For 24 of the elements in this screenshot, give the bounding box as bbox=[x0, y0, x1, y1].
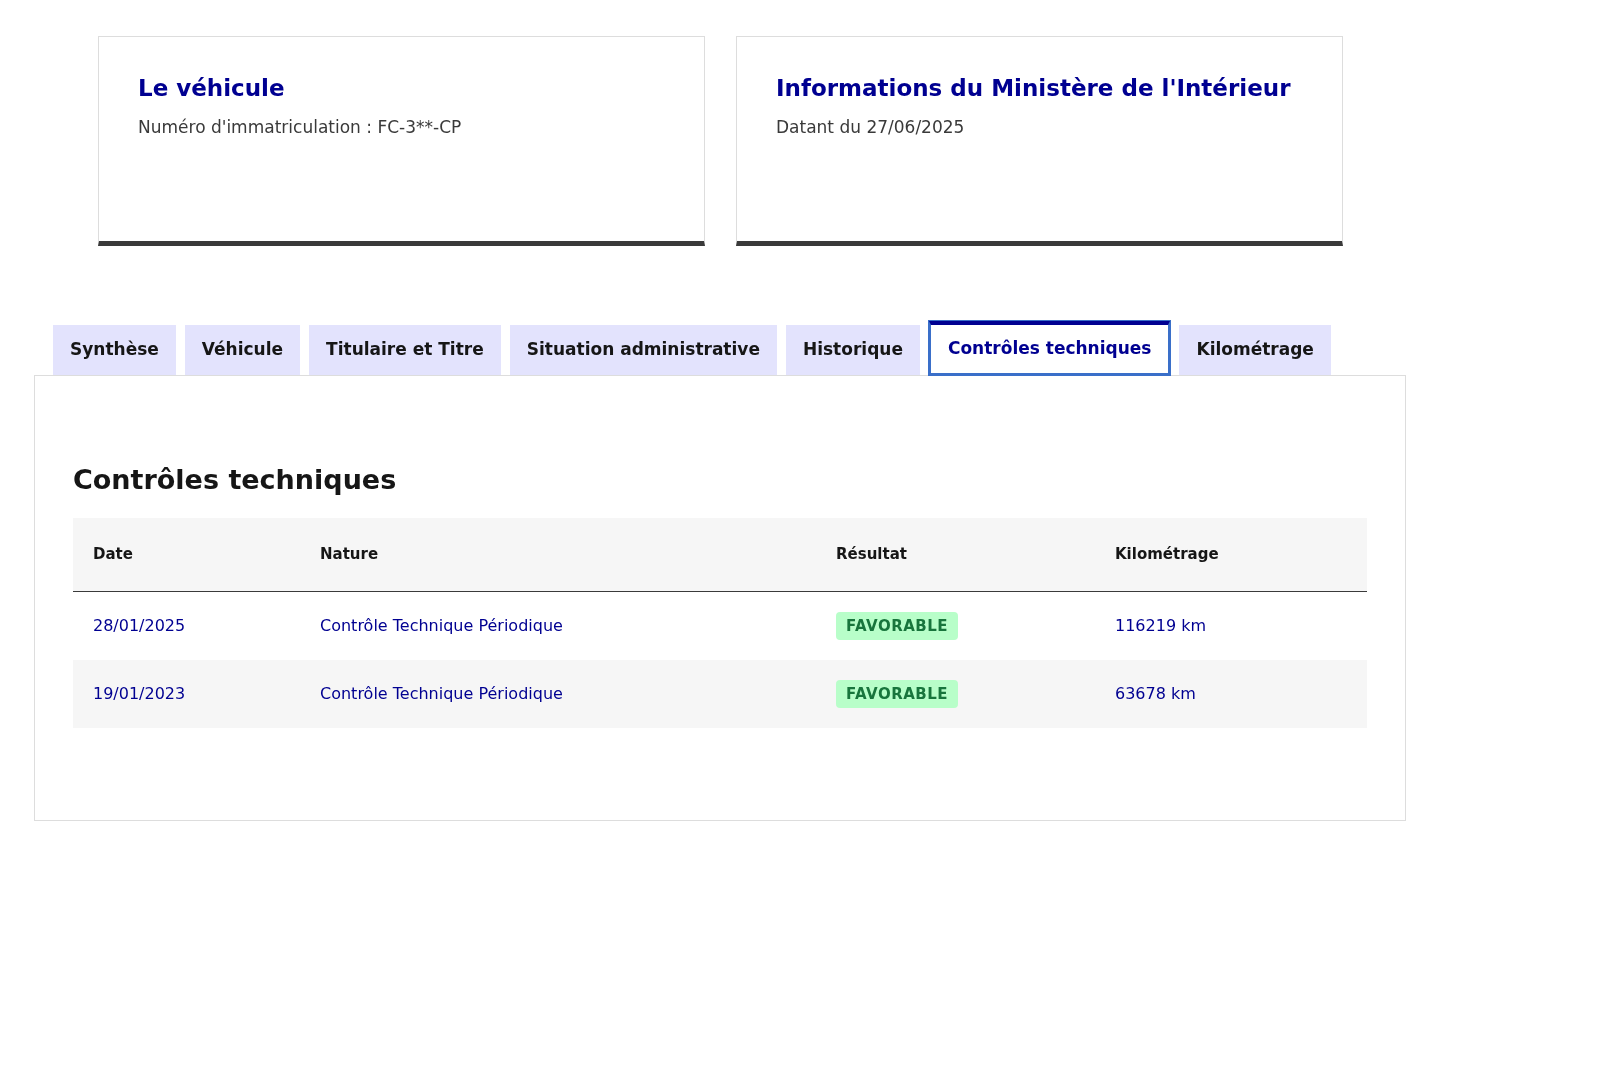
tab[interactable]: Situation administrative bbox=[509, 325, 777, 375]
card-subtitle: Numéro d'immatriculation : FC-3**-CP bbox=[138, 115, 463, 139]
card-subtitle: Datant du 27/06/2025 bbox=[776, 115, 966, 139]
tab[interactable]: Véhicule bbox=[184, 325, 301, 375]
nature-cell: Contrôle Technique Périodique bbox=[300, 591, 816, 660]
column-header: Date bbox=[73, 518, 300, 592]
tab[interactable]: Synthèse bbox=[53, 325, 176, 375]
mileage-cell: 63678 km bbox=[1095, 659, 1367, 728]
tab[interactable]: Titulaire et Titre bbox=[309, 325, 501, 375]
result-badge: FAVORABLE bbox=[836, 679, 959, 708]
nature-cell: Contrôle Technique Périodique bbox=[300, 659, 816, 728]
tab[interactable]: Historique bbox=[785, 325, 920, 375]
column-header: Nature bbox=[300, 518, 816, 592]
column-header: Kilométrage bbox=[1095, 518, 1367, 592]
tab[interactable]: Kilométrage bbox=[1179, 325, 1331, 375]
mileage-cell: 116219 km bbox=[1095, 591, 1367, 660]
result-badge: FAVORABLE bbox=[836, 611, 959, 640]
date-cell: 28/01/2025 bbox=[73, 591, 300, 660]
section-heading: Contrôles techniques bbox=[73, 464, 398, 497]
date-cell: 19/01/2023 bbox=[73, 659, 300, 728]
card-title: Informations du Ministère de l'Intérieur bbox=[776, 75, 1292, 103]
tab[interactable]: Contrôles techniques bbox=[928, 321, 1171, 375]
card-title: Le véhicule bbox=[138, 75, 286, 103]
column-header: Résultat bbox=[816, 518, 1095, 592]
